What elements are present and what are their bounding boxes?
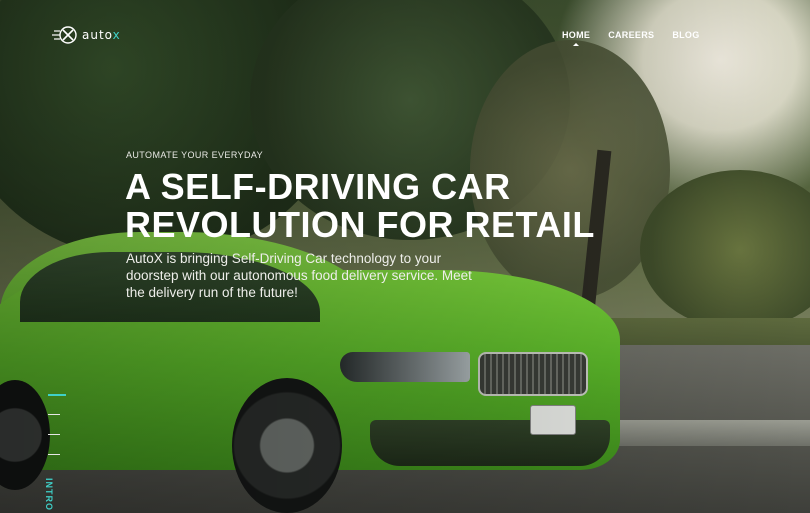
headline-line-2: REVOLUTION FOR RETAIL (125, 204, 595, 245)
section-label-intro: INTRO (44, 478, 54, 511)
hero-subtext: AutoX is bringing Self-Driving Car techn… (126, 251, 472, 300)
nav-careers[interactable]: CAREERS (608, 30, 654, 40)
logo-text: autox (82, 28, 121, 42)
nav-blog[interactable]: BLOG (672, 30, 699, 40)
main-nav: HOME CAREERS BLOG (562, 30, 700, 46)
autox-logo-icon (52, 26, 77, 44)
logo-text-accent: x (112, 28, 121, 42)
logo-text-main: auto (82, 28, 113, 42)
hero-eyebrow: AUTOMATE YOUR EVERYDAY (126, 150, 263, 160)
headline-line-1: A SELF-DRIVING CAR (125, 166, 511, 207)
hero-headline: A SELF-DRIVING CAR REVOLUTION FOR RETAIL (125, 168, 595, 244)
nav-home[interactable]: HOME (562, 30, 590, 46)
section-dot[interactable] (48, 414, 60, 415)
logo[interactable]: autox (50, 24, 121, 46)
section-dot-active[interactable] (48, 394, 66, 396)
section-dot[interactable] (48, 454, 60, 455)
section-dot[interactable] (48, 434, 60, 435)
